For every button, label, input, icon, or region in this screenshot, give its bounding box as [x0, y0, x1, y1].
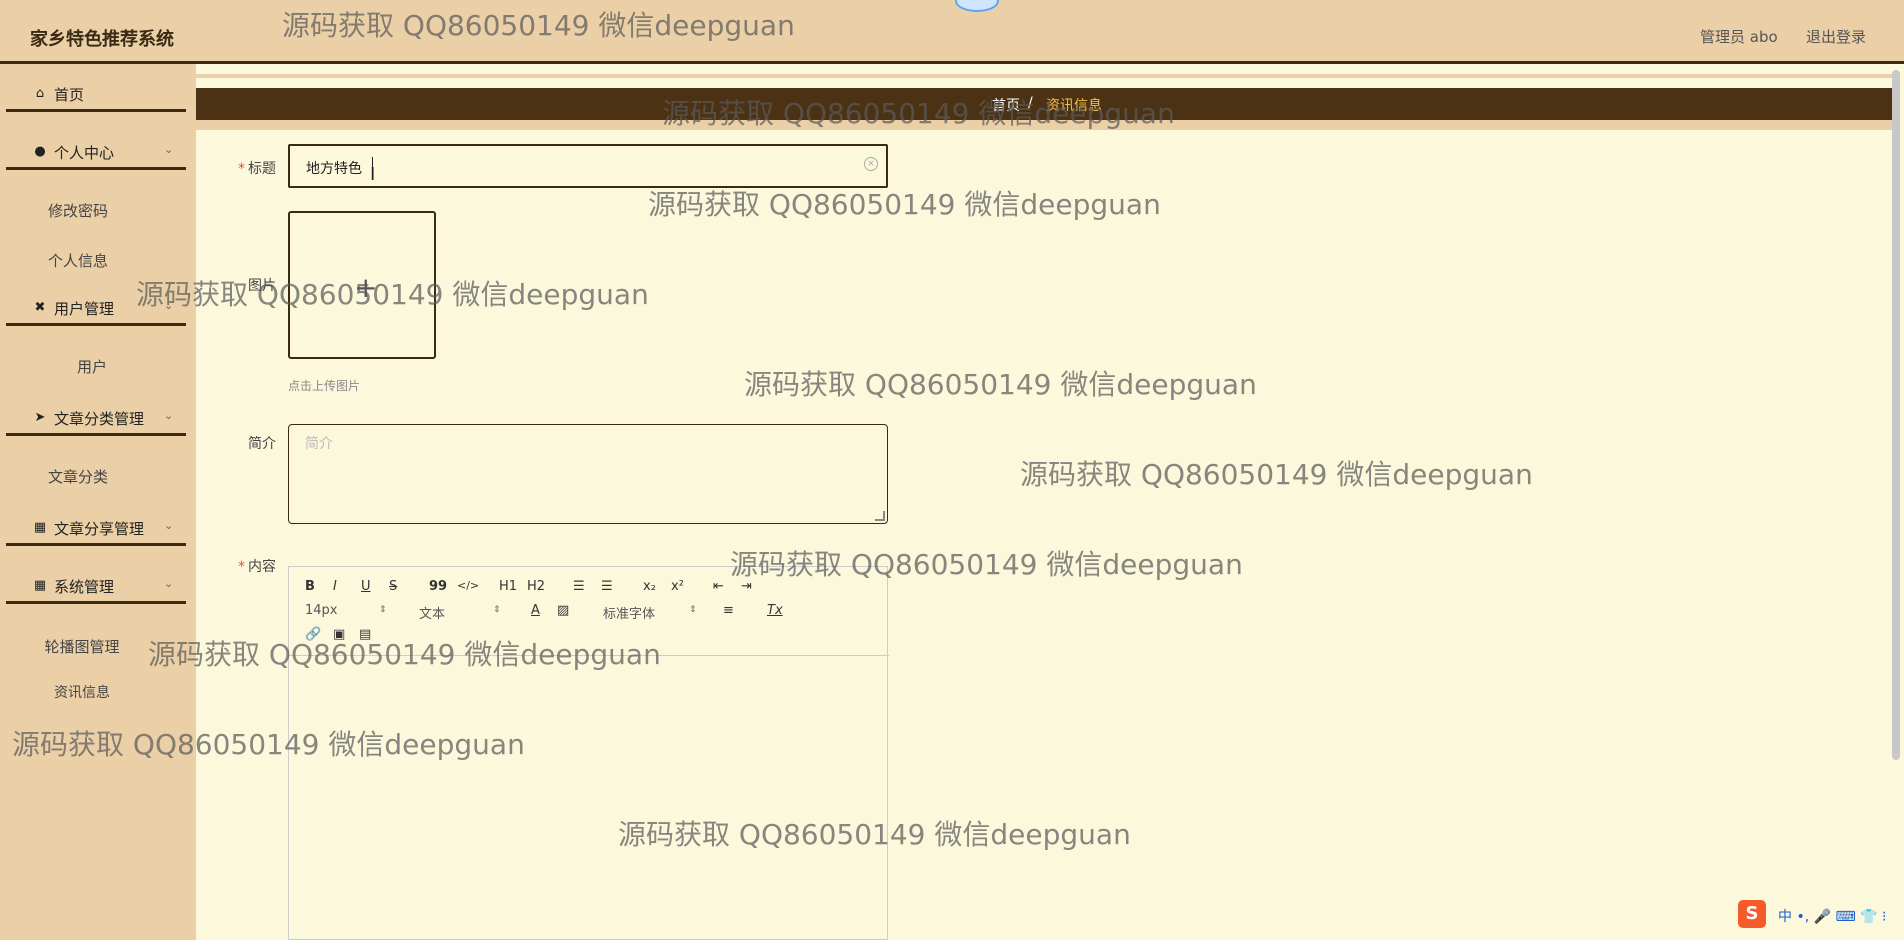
underline-button[interactable]: U	[361, 579, 371, 594]
sidebar-item-article-cat-mgmt[interactable]: ➤ 文章分类管理 ⌄	[6, 400, 186, 436]
superscript-button[interactable]: x²	[671, 579, 684, 594]
breadcrumb: 首页 / 资讯信息	[196, 88, 1898, 120]
font-family-select[interactable]: 标准字体 ⇕	[603, 603, 697, 622]
sidebar-item-personal[interactable]: ● 个人中心 ⌄	[6, 134, 186, 170]
app-title: 家乡特色推荐系统	[30, 29, 174, 50]
indent-icon[interactable]: ⇥	[741, 579, 752, 594]
sidebar-item-label: 文章分类管理	[54, 410, 145, 428]
sidebar-item-personal-info[interactable]: 个人信息	[0, 244, 176, 276]
align-icon[interactable]: ≡	[723, 603, 734, 618]
top-band	[196, 74, 1898, 78]
intro-textarea[interactable]: 简介	[288, 424, 888, 524]
sidebar-item-system-mgmt[interactable]: ▦ 系统管理 ⌄	[6, 568, 186, 604]
content-label: * 内容	[238, 559, 276, 575]
grid-icon: ▦	[33, 578, 47, 593]
image-icon[interactable]: ▣	[333, 627, 345, 642]
sidebar-item-change-password[interactable]: 修改密码	[0, 194, 176, 226]
select-arrow-icon: ⇕	[689, 605, 697, 615]
clear-icon[interactable]: ×	[864, 157, 878, 171]
upload-hint: 点击上传图片	[288, 379, 361, 393]
chevron-down-icon: ⌄	[164, 299, 174, 312]
ibeam-cursor-icon: I	[370, 164, 376, 185]
user-icon: ●	[34, 144, 46, 159]
quote-button[interactable]: 99	[429, 579, 447, 594]
sidebar-item-label: 首页	[54, 86, 85, 104]
subscript-button[interactable]: x₂	[643, 579, 656, 594]
intro-label: 简介	[248, 436, 276, 452]
plus-icon: +	[354, 271, 378, 304]
editor-toolbar: B I U S 99 </> H1 H2 ☰ ☰ x₂ x² ⇤ ⇥ 14px ⇕…	[289, 567, 889, 656]
h2-button[interactable]: H2	[527, 579, 545, 594]
chevron-down-icon: ⌄	[164, 409, 174, 422]
sidebar-item-user[interactable]: 用户	[0, 350, 190, 382]
sidebar-item-article-cat[interactable]: 文章分类	[0, 460, 176, 492]
background-color-icon[interactable]: ▨	[557, 603, 569, 618]
send-icon: ➤	[34, 410, 46, 425]
loading-indicator	[955, 0, 999, 12]
breadcrumb-current: 资讯信息	[1046, 98, 1102, 114]
code-button[interactable]: </>	[457, 579, 479, 592]
sidebar-item-label: 系统管理	[54, 578, 115, 596]
outdent-icon[interactable]: ⇤	[713, 579, 724, 594]
clean-format-button[interactable]: Tx	[767, 603, 783, 618]
ordered-list-icon[interactable]: ☰	[573, 579, 585, 594]
sidebar-item-label: 文章分享管理	[54, 520, 145, 538]
rich-text-editor[interactable]: B I U S 99 </> H1 H2 ☰ ☰ x₂ x² ⇤ ⇥ 14px ⇕…	[288, 566, 889, 940]
video-icon[interactable]: ▤	[359, 627, 371, 642]
sidebar: ⌂ 首页 ● 个人中心 ⌄ 修改密码 个人信息 ✖ 用户管理 ⌄ 用户 ➤ 文章…	[0, 64, 196, 940]
page-scrollbar[interactable]	[1892, 70, 1900, 760]
h1-button[interactable]: H1	[499, 579, 517, 594]
format-select[interactable]: 文本 ⇕	[419, 603, 501, 622]
breadcrumb-separator: /	[1028, 95, 1033, 111]
logout-link[interactable]: 退出登录	[1806, 26, 1866, 47]
title-label: * 标题	[238, 161, 276, 177]
sidebar-item-label: 用户管理	[54, 300, 115, 318]
image-label: 图片	[248, 278, 276, 294]
sogou-logo-icon: S	[1738, 900, 1766, 928]
italic-button[interactable]: I	[333, 579, 337, 594]
bold-button[interactable]: B	[305, 579, 315, 594]
font-size-select[interactable]: 14px ⇕	[305, 603, 387, 618]
top-header: 家乡特色推荐系统 管理员 abo 退出登录	[0, 0, 1904, 64]
users-icon: ✖	[34, 300, 46, 315]
chevron-down-icon: ⌄	[164, 519, 174, 532]
sidebar-item-news[interactable]: 资讯信息	[0, 676, 180, 708]
sidebar-item-user-mgmt[interactable]: ✖ 用户管理 ⌄	[6, 290, 186, 326]
intro-placeholder: 简介	[305, 436, 333, 452]
resize-grip-icon[interactable]	[875, 511, 885, 521]
strike-button[interactable]: S	[389, 579, 397, 594]
admin-user-label: 管理员 abo	[1700, 28, 1778, 46]
select-arrow-icon: ⇕	[379, 605, 387, 615]
title-input[interactable]: 地方特色 ×	[288, 144, 888, 188]
home-icon: ⌂	[35, 86, 45, 101]
chevron-down-icon: ⌄	[164, 143, 174, 156]
sidebar-item-article-share-mgmt[interactable]: ▦ 文章分享管理 ⌄	[6, 510, 186, 546]
image-upload-button[interactable]: +	[288, 211, 436, 359]
bottom-band	[196, 120, 1898, 130]
sidebar-item-home[interactable]: ⌂ 首页	[6, 76, 186, 112]
title-input-value: 地方特色	[306, 161, 362, 177]
ime-status: 中 •, 🎤 ⌨ 👕 ⁝	[1778, 909, 1887, 925]
breadcrumb-home[interactable]: 首页	[992, 95, 1020, 115]
grid-icon: ▦	[33, 520, 47, 535]
select-arrow-icon: ⇕	[493, 605, 501, 615]
sidebar-item-carousel[interactable]: 轮播图管理	[0, 630, 180, 662]
link-icon[interactable]: 🔗	[305, 627, 321, 642]
font-color-button[interactable]: A	[531, 603, 540, 618]
bullet-list-icon[interactable]: ☰	[601, 579, 613, 594]
sidebar-item-label: 个人中心	[54, 144, 115, 162]
chevron-down-icon: ⌄	[164, 577, 174, 590]
ime-toolbar[interactable]: S 中 •, 🎤 ⌨ 👕 ⁝	[1738, 900, 1904, 932]
